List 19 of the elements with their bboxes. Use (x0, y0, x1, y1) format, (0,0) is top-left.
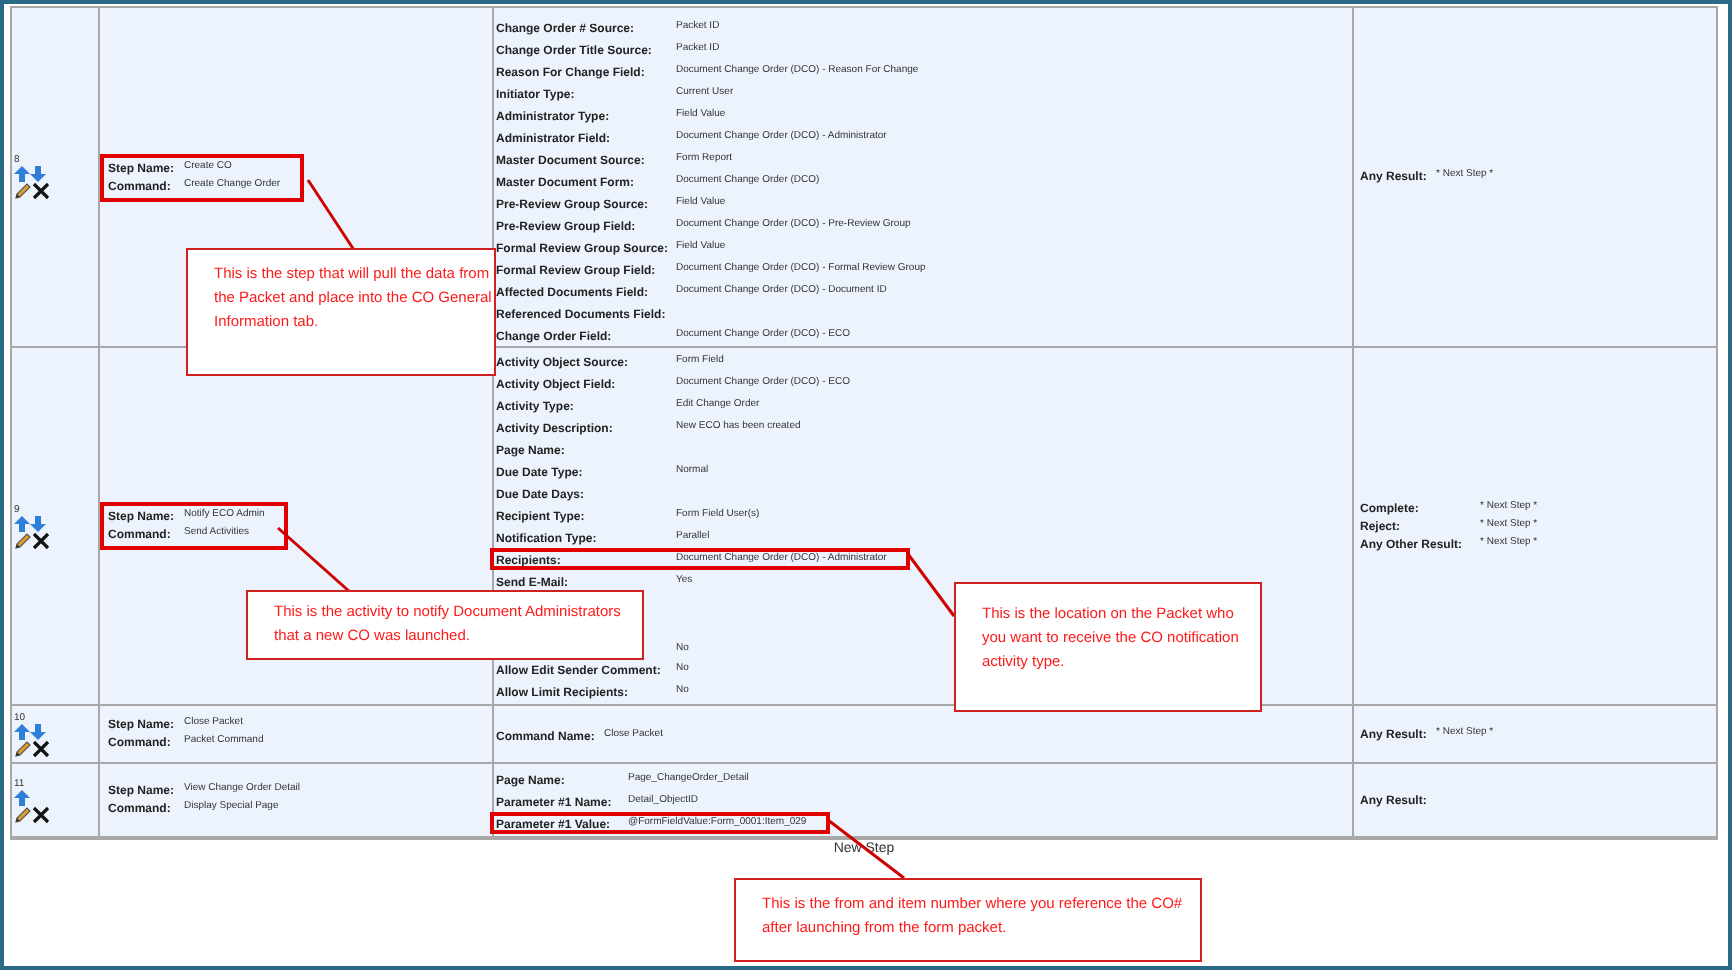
pencil-icon[interactable] (14, 531, 32, 549)
leader-line (827, 818, 905, 880)
down-arrow-icon[interactable] (30, 515, 46, 531)
up-arrow-icon[interactable] (14, 515, 30, 531)
pencil-icon[interactable] (14, 805, 32, 823)
close-icon[interactable] (32, 739, 50, 757)
close-icon[interactable] (32, 182, 50, 200)
leader-line (906, 553, 956, 617)
close-icon[interactable] (32, 805, 50, 823)
up-arrow-icon[interactable] (14, 166, 30, 182)
pencil-icon[interactable] (14, 739, 32, 757)
leader-line (306, 179, 356, 251)
close-icon[interactable] (32, 531, 50, 549)
up-arrow-icon[interactable] (14, 723, 30, 739)
down-arrow-icon[interactable] (30, 723, 46, 739)
leader-line (277, 526, 351, 594)
up-arrow-icon[interactable] (14, 789, 30, 805)
pencil-icon[interactable] (14, 182, 32, 200)
down-arrow-icon[interactable] (30, 166, 46, 182)
